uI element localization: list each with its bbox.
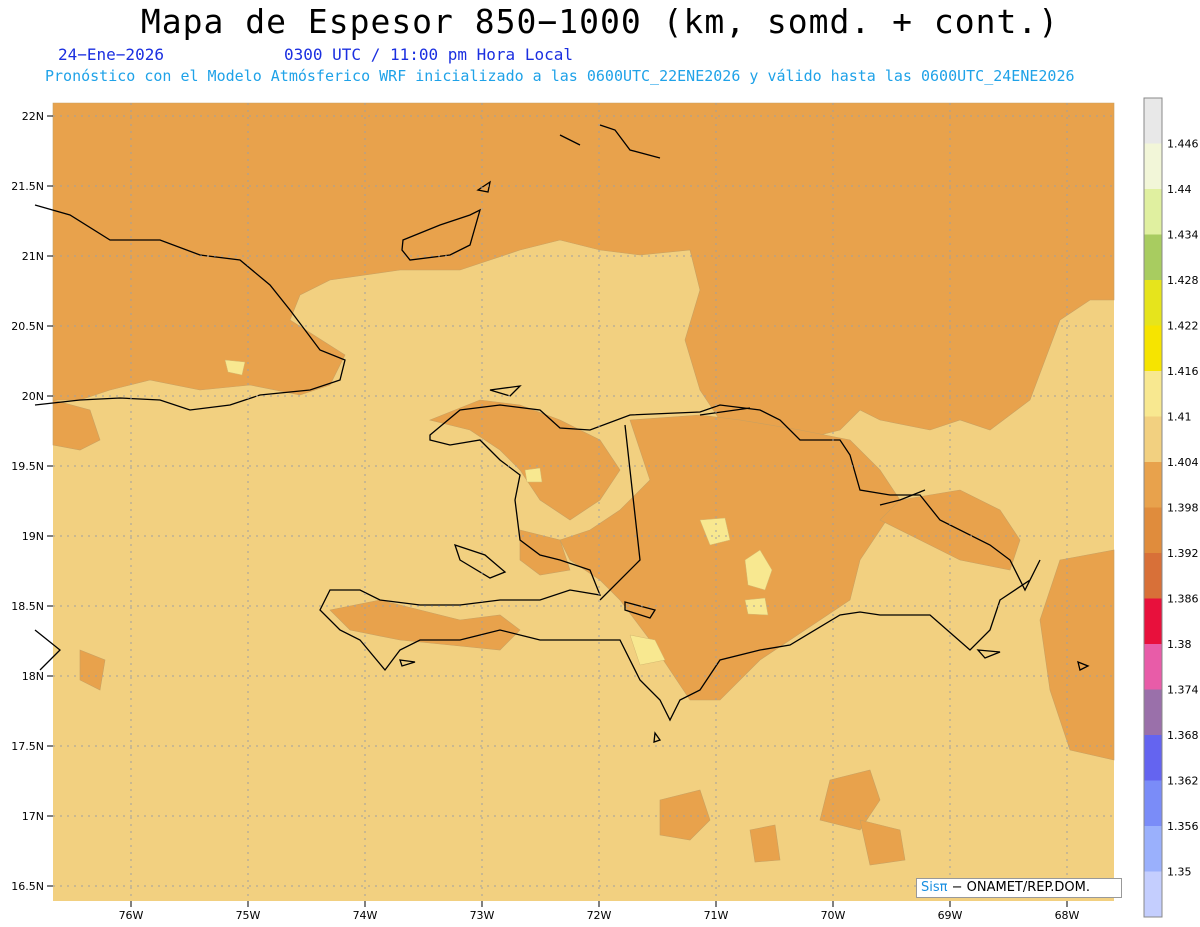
colorbar-label: 1.44 (1167, 183, 1192, 196)
colorbar-label: 1.428 (1167, 274, 1199, 287)
lon-label: 72W (587, 909, 612, 922)
lon-label: 74W (353, 909, 378, 922)
colorbar-swatch (1144, 189, 1162, 235)
lon-label: 70W (821, 909, 846, 922)
colorbar-label: 1.368 (1167, 729, 1199, 742)
lat-label: 20N (22, 390, 44, 403)
colorbar-label: 1.422 (1167, 320, 1199, 333)
colorbar-label: 1.356 (1167, 820, 1199, 833)
colorbar-swatch (1144, 371, 1162, 417)
colorbar (1143, 97, 1163, 918)
colorbar-swatch (1144, 234, 1162, 280)
colorbar-swatch (1144, 735, 1162, 781)
colorbar-label: 1.41 (1167, 411, 1192, 424)
sispi-logo: Sisπ (921, 880, 948, 895)
lat-label: 22N (22, 110, 44, 123)
lat-label: 17N (22, 810, 44, 823)
credit-text: − ONAMET/REP.DOM. (947, 880, 1091, 895)
colorbar-label: 1.386 (1167, 593, 1199, 606)
colorbar-label: 1.446 (1167, 138, 1199, 151)
lon-label: 75W (236, 909, 261, 922)
colorbar-swatch (1144, 780, 1162, 826)
colorbar-labels: 1.446 1.44 1.434 1.428 1.422 1.416 1.41 1.404 1.… (1167, 138, 1199, 879)
colorbar-swatch (1144, 644, 1162, 690)
credit-box: Sisπ − ONAMET/REP.DOM. (916, 878, 1122, 898)
colorbar-swatch (1144, 143, 1162, 189)
colorbar-swatch (1144, 325, 1162, 371)
colorbar-swatch (1144, 507, 1162, 553)
colorbar-label: 1.374 (1167, 684, 1199, 697)
lat-label: 18.5N (11, 600, 44, 613)
colorbar-swatch (1144, 689, 1162, 735)
colorbar-swatch (1144, 826, 1162, 872)
lat-label: 19.5N (11, 460, 44, 473)
lon-label: 71W (704, 909, 729, 922)
lon-label: 69W (938, 909, 963, 922)
colorbar-label: 1.398 (1167, 502, 1199, 515)
colorbar-swatch (1144, 871, 1162, 917)
colorbar-swatch (1144, 462, 1162, 508)
lat-label: 18N (22, 670, 44, 683)
lon-label: 73W (470, 909, 495, 922)
colorbar-label: 1.35 (1167, 866, 1192, 879)
lat-label: 19N (22, 530, 44, 543)
colorbar-swatch (1144, 598, 1162, 644)
lat-label: 21N (22, 250, 44, 263)
thickness-map: 22N 21.5N 21N 20.5N 20N 19.5N 19N 18.5N … (11, 97, 1199, 922)
lon-label: 76W (119, 909, 144, 922)
colorbar-label: 1.362 (1167, 775, 1199, 788)
colorbar-label: 1.404 (1167, 456, 1199, 469)
lat-label: 21.5N (11, 180, 44, 193)
colorbar-swatch (1144, 280, 1162, 326)
colorbar-swatch (1144, 98, 1162, 144)
colorbar-label: 1.416 (1167, 365, 1199, 378)
colorbar-swatch (1144, 416, 1162, 462)
lat-label: 17.5N (11, 740, 44, 753)
lat-label: 16.5N (11, 880, 44, 893)
colorbar-label: 1.38 (1167, 638, 1192, 651)
colorbar-label: 1.434 (1167, 229, 1199, 242)
colorbar-swatch (1144, 553, 1162, 599)
colorbar-label: 1.392 (1167, 547, 1199, 560)
lat-label: 20.5N (11, 320, 44, 333)
lon-label: 68W (1055, 909, 1080, 922)
